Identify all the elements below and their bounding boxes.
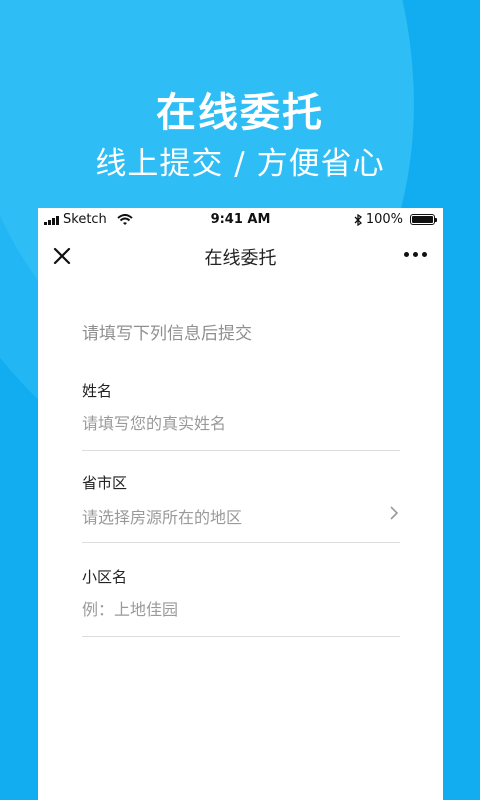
- status-bar: Sketch 9:41 AM 100%: [38, 208, 443, 230]
- bluetooth-icon: [354, 213, 362, 226]
- more-icon[interactable]: [404, 252, 427, 257]
- region-select[interactable]: 请选择房源所在的地区: [82, 504, 242, 528]
- nav-title: 在线委托: [204, 248, 277, 269]
- form-intro: 请填写下列信息后提交: [82, 324, 252, 344]
- name-input[interactable]: [82, 410, 372, 436]
- region-label: 省市区: [82, 474, 128, 492]
- community-input[interactable]: [82, 596, 372, 622]
- hero-subtitle: 线上提交 / 方便省心: [95, 146, 385, 182]
- battery-icon: [410, 214, 437, 225]
- battery-percent: 100%: [365, 212, 403, 227]
- community-field: 小区名: [82, 566, 400, 637]
- phone-screen: Sketch 9:41 AM 100% 在线委托 请填写下列信息后提交 姓名 请…: [38, 208, 443, 800]
- name-field: 姓名: [82, 380, 400, 451]
- community-label: 小区名: [82, 568, 128, 586]
- nav-bar: 在线委托: [38, 234, 443, 278]
- region-field[interactable]: 省市区 请选择房源所在的地区: [82, 472, 400, 543]
- hero-title: 在线委托: [156, 90, 324, 136]
- name-label: 姓名: [82, 382, 113, 400]
- chevron-right-icon: [390, 506, 399, 520]
- status-right: 100%: [354, 212, 437, 227]
